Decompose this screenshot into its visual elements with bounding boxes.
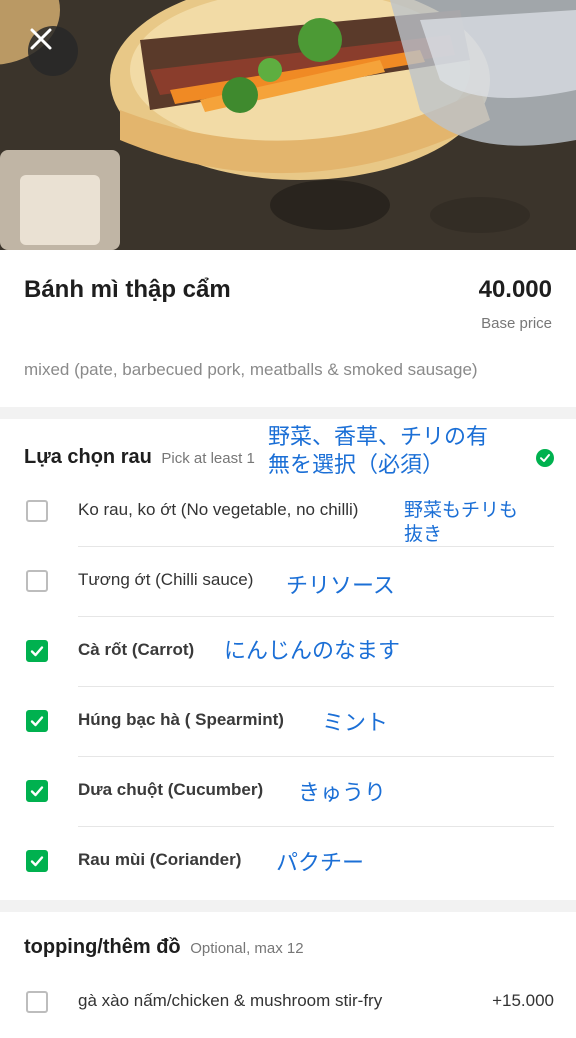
annotation-option: 野菜もチリも 抜き [404,498,518,546]
annotation-option: にんじんのなます [224,639,401,664]
checkmark-icon [30,716,44,727]
option-label: Ko rau, ko ớt (No vegetable, no chilli) [78,500,359,519]
banh-mi-illustration [0,0,576,250]
checkmark-icon [30,856,44,867]
item-detail-sheet: Bánh mì thập cẩm 40.000 Base price mixed… [0,250,576,1024]
checkbox-checked[interactable] [26,850,48,872]
section-hint: Optional, max 12 [190,940,304,957]
price-caption: Base price [481,315,552,332]
item-header: Bánh mì thập cẩm 40.000 [24,276,552,304]
item-price: 40.000 [478,276,552,303]
section-title-text: topping/thêm đồ [24,936,181,958]
option-label: Tương ớt (Chilli sauce) [78,570,254,589]
item-description: mixed (pate, barbecued pork, meatballs &… [24,360,478,379]
option-label: Cà rốt (Carrot) [78,640,195,659]
annotation-section-vegetables: 野菜、香草、チリの有 無を選択（必須） [268,424,488,480]
annotation-line: 野菜もチリも [404,499,519,521]
close-button[interactable] [28,26,78,76]
section-title-vegetables: Lựa chọn rau Pick at least 1 [24,446,255,469]
section-title-topping: topping/thêm đồ Optional, max 12 [24,936,304,959]
annotation-option: きゅうり [298,781,387,806]
option-label: Dưa chuột (Cucumber) [78,780,264,799]
option-row[interactable]: Dưa chuột (Cucumber) [24,757,554,827]
section-divider [0,407,576,419]
option-row[interactable]: gà xào nấm/chicken & mushroom stir-fry +… [24,968,554,1038]
annotation-line: 野菜、香草、チリの有 [268,425,489,450]
option-row[interactable]: Húng bạc hà ( Spearmint) [24,687,554,757]
checkbox-checked[interactable] [26,640,48,662]
checkbox-checked[interactable] [26,780,48,802]
checkbox-checked[interactable] [26,710,48,732]
annotation-option: ミント [322,711,389,736]
section-title-text: Lựa chọn rau [24,446,152,468]
food-photo [0,0,576,250]
check-circle-icon [540,454,550,462]
checkbox[interactable] [26,570,48,592]
checkmark-icon [30,786,44,797]
annotation-option: パクチー [276,851,365,876]
annotation-line: 無を選択（必須） [268,453,445,478]
checkbox[interactable] [26,991,48,1013]
section-divider [0,900,576,912]
option-label: Rau mùi (Coriander) [78,850,242,869]
section-hint: Pick at least 1 [161,450,255,467]
annotation-line: 抜き [404,523,443,545]
close-icon [30,28,52,50]
option-price: +15.000 [492,991,554,1010]
annotation-option: チリソース [286,574,395,599]
option-label: Húng bạc hà ( Spearmint) [78,710,284,729]
option-label: gà xào nấm/chicken & mushroom stir-fry [78,991,383,1010]
item-name: Bánh mì thập cẩm [24,276,231,303]
checkbox[interactable] [26,500,48,522]
checkmark-icon [30,646,44,657]
requirement-met-badge [536,449,554,467]
